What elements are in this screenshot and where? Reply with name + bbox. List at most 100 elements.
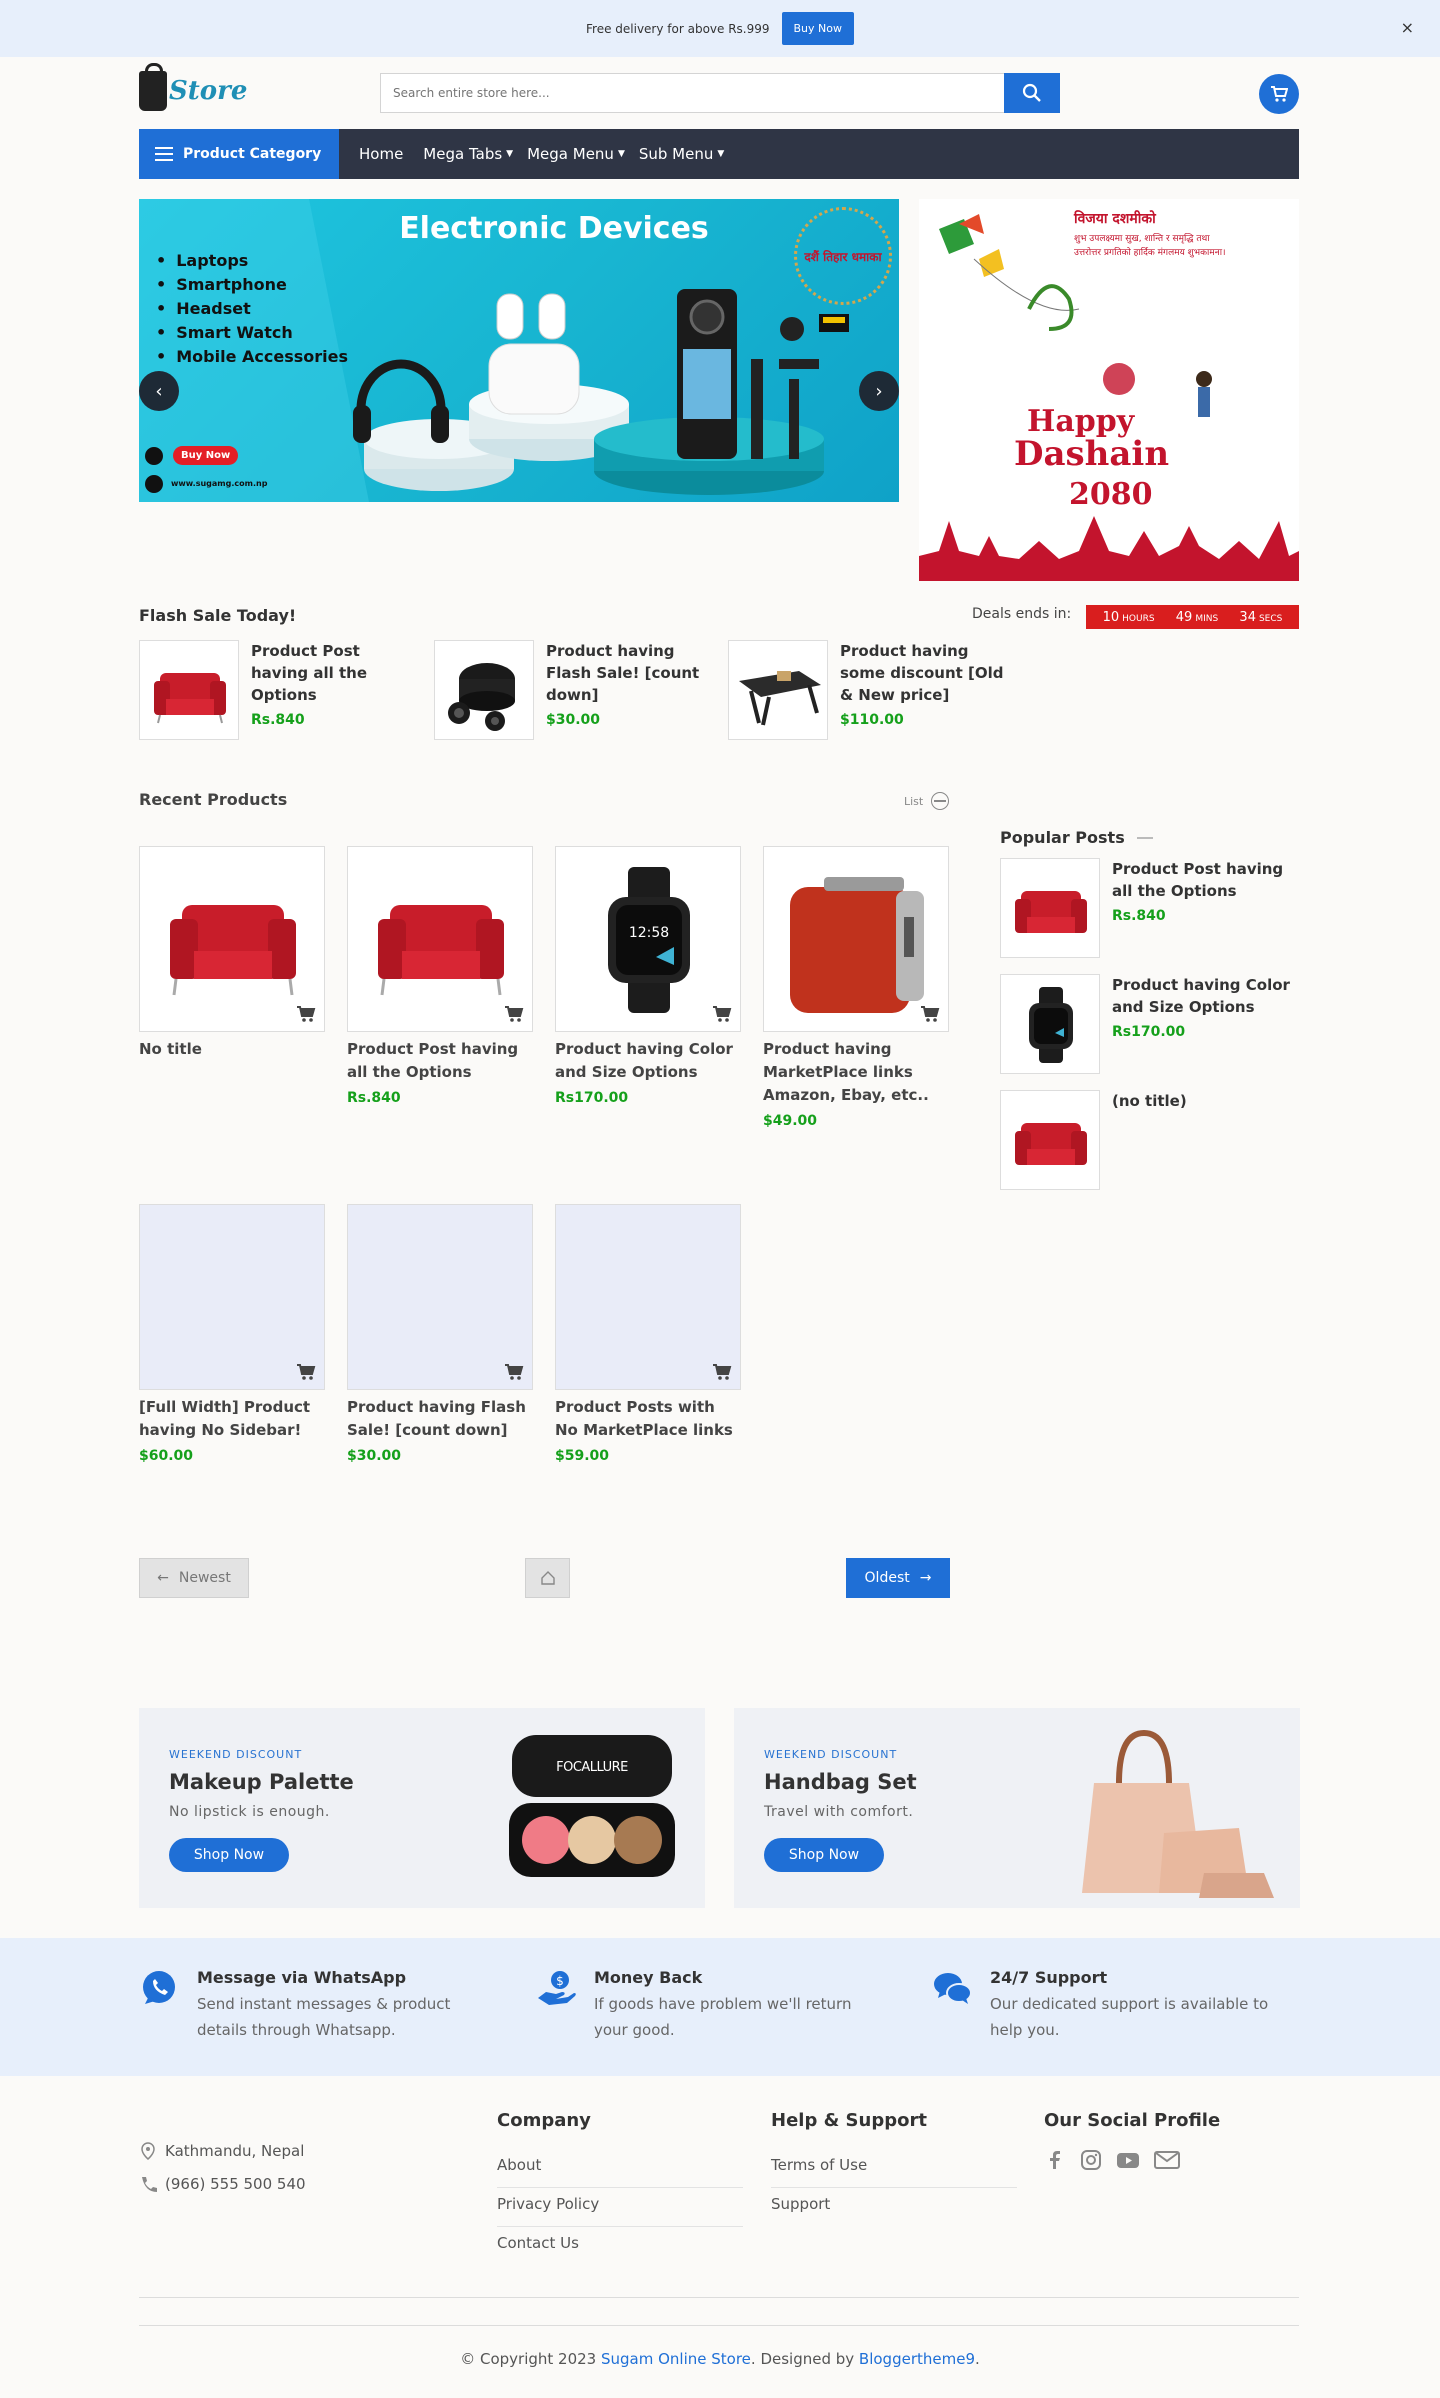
popular-post[interactable]: Product Post having all the Options Rs.8…	[1000, 858, 1302, 958]
red-armchair-image[interactable]	[1000, 858, 1100, 958]
slider-prev-button[interactable]: ‹	[139, 371, 179, 411]
temple-skyline-art	[919, 516, 1299, 581]
arrow-right-icon: →	[919, 1570, 932, 1586]
banner-tag: WEEKEND DISCOUNT	[764, 1748, 898, 1761]
product-title[interactable]: Product having MarketPlace links Amazon,…	[763, 1038, 949, 1107]
product-card[interactable]: Product Posts with No MarketPlace links …	[555, 1204, 741, 1464]
product-category-menu[interactable]: Product Category	[139, 129, 339, 179]
flash-item-title[interactable]: Product having some discount [Old & New …	[840, 640, 1010, 706]
arrow-left-icon: ←	[157, 1570, 169, 1586]
footer-link-privacy-policy[interactable]: Privacy Policy	[497, 2188, 743, 2227]
footer-link-contact-us[interactable]: Contact Us	[497, 2227, 743, 2266]
add-to-cart-icon[interactable]	[920, 1005, 940, 1023]
red-armchair-image[interactable]	[139, 846, 325, 1032]
slider-website: www.sugamg.com.np	[171, 479, 268, 488]
smartwatch-image[interactable]	[1000, 974, 1100, 1074]
nav-item-mega-menu[interactable]: Mega Menu ▼	[527, 145, 625, 163]
search-input[interactable]	[381, 74, 1001, 112]
search-icon	[1022, 83, 1041, 102]
product-card[interactable]: Product having MarketPlace links Amazon,…	[763, 846, 949, 1129]
home-button[interactable]	[525, 1558, 570, 1598]
designer-link[interactable]: Bloggertheme9	[859, 2350, 975, 2368]
nav-item-home[interactable]: Home	[359, 145, 403, 163]
popular-post-title[interactable]: (no title)	[1112, 1090, 1302, 1112]
product-title[interactable]: Product having Flash Sale! [count down]	[347, 1396, 533, 1442]
svg-text:$: $	[556, 1974, 564, 1988]
flash-item-title[interactable]: Product Post having all the Options	[251, 640, 421, 706]
footer-link-terms[interactable]: Terms of Use	[771, 2149, 1017, 2188]
add-to-cart-icon[interactable]	[296, 1363, 316, 1381]
list-view-toggle[interactable]: List	[904, 792, 950, 810]
product-card[interactable]: No title	[139, 846, 325, 1067]
red-armchair-image[interactable]	[347, 846, 533, 1032]
search-button[interactable]	[1004, 73, 1060, 113]
product-title[interactable]: [Full Width] Product having No Sidebar!	[139, 1396, 325, 1442]
oldest-button[interactable]: Oldest →	[846, 1558, 950, 1598]
timer-mins: 49 MINS	[1175, 609, 1219, 625]
footer-link-about[interactable]: About	[497, 2149, 743, 2188]
year-text: 2080	[1069, 477, 1153, 512]
list-toggle-label: List	[904, 794, 924, 808]
makeup-palette-banner[interactable]: WEEKEND DISCOUNT Makeup Palette No lipst…	[139, 1708, 705, 1908]
product-card[interactable]: Product Post having all the Options Rs.8…	[347, 846, 533, 1106]
flash-item[interactable]: Product Post having all the Options Rs.8…	[139, 640, 421, 740]
product-title[interactable]: Product Posts with No MarketPlace links	[555, 1396, 741, 1442]
smartwatch-image[interactable]: 12:58	[555, 846, 741, 1032]
add-to-cart-icon[interactable]	[712, 1005, 732, 1023]
add-to-cart-icon[interactable]	[504, 1005, 524, 1023]
features-strip: Message via WhatsApp Send instant message…	[0, 1938, 1440, 2076]
product-title[interactable]: No title	[139, 1038, 325, 1061]
shop-now-button[interactable]: Shop Now	[169, 1838, 289, 1872]
newest-button[interactable]: ← Newest	[139, 1558, 249, 1598]
flash-item[interactable]: Product having Flash Sale! [count down] …	[434, 640, 716, 740]
red-armchair-image[interactable]	[1000, 1090, 1100, 1190]
shop-now-button[interactable]: Shop Now	[764, 1838, 884, 1872]
facebook-icon[interactable]	[1044, 2149, 1066, 2171]
store-link[interactable]: Sugam Online Store	[601, 2350, 751, 2368]
close-icon[interactable]: ×	[1401, 18, 1414, 37]
product-card[interactable]: 12:58 Product having Color and Size Opti…	[555, 846, 741, 1106]
popular-post[interactable]: Product having Color and Size Options Rs…	[1000, 974, 1302, 1074]
location-pin-icon	[141, 2142, 155, 2160]
laptop-table-image[interactable]	[728, 640, 828, 740]
add-to-cart-icon[interactable]	[712, 1363, 732, 1381]
footer-link-support[interactable]: Support	[771, 2188, 1017, 2227]
caret-down-icon: ▼	[617, 149, 625, 159]
product-card[interactable]: Product having Flash Sale! [count down] …	[347, 1204, 533, 1464]
red-toaster-image[interactable]	[763, 846, 949, 1032]
product-image-placeholder[interactable]	[139, 1204, 325, 1390]
store-logo[interactable]: Store	[139, 63, 247, 111]
footer-phone: (966) 555 500 540	[139, 2175, 306, 2193]
earbuds-case-image[interactable]	[434, 640, 534, 740]
lock-icon	[145, 447, 163, 465]
youtube-icon[interactable]	[1116, 2149, 1140, 2171]
promo-buy-now-button[interactable]: Buy Now	[781, 12, 854, 45]
product-image-placeholder[interactable]	[555, 1204, 741, 1390]
slider-buy-now-button[interactable]: Buy Now	[173, 446, 239, 465]
product-card[interactable]: [Full Width] Product having No Sidebar! …	[139, 1204, 325, 1464]
popular-post[interactable]: (no title)	[1000, 1090, 1302, 1190]
dashain-text: Dashain	[1014, 434, 1170, 474]
flash-item[interactable]: Product having some discount [Old & New …	[728, 640, 1010, 740]
instagram-icon[interactable]	[1080, 2149, 1102, 2171]
product-title[interactable]: Product having Color and Size Options	[555, 1038, 741, 1084]
footer-divider	[139, 2325, 1299, 2326]
handbag-set-banner[interactable]: WEEKEND DISCOUNT Handbag Set Travel with…	[734, 1708, 1300, 1908]
hero-slider[interactable]: Electronic Devices दशैं तिहार धमाका Lapt…	[139, 199, 899, 502]
dashain-greeting-banner[interactable]: विजया दशमीको शुभ उपलक्ष्यमा सुख, शान्ति …	[919, 199, 1299, 581]
mail-icon[interactable]	[1154, 2149, 1180, 2171]
product-price: Rs.840	[347, 1090, 401, 1106]
popular-post-title[interactable]: Product having Color and Size Options	[1112, 974, 1302, 1018]
nav-item-mega-tabs[interactable]: Mega Tabs ▼	[423, 145, 513, 163]
red-armchair-image[interactable]	[139, 640, 239, 740]
add-to-cart-icon[interactable]	[296, 1005, 316, 1023]
flash-item-title[interactable]: Product having Flash Sale! [count down]	[546, 640, 716, 706]
cart-button[interactable]	[1259, 74, 1299, 114]
product-title[interactable]: Product Post having all the Options	[347, 1038, 533, 1084]
product-image-placeholder[interactable]	[347, 1204, 533, 1390]
nav-item-sub-menu[interactable]: Sub Menu ▼	[639, 145, 724, 163]
slider-next-button[interactable]: ›	[859, 371, 899, 411]
popular-post-title[interactable]: Product Post having all the Options	[1112, 858, 1302, 902]
add-to-cart-icon[interactable]	[504, 1363, 524, 1381]
caret-down-icon: ▼	[717, 149, 725, 159]
